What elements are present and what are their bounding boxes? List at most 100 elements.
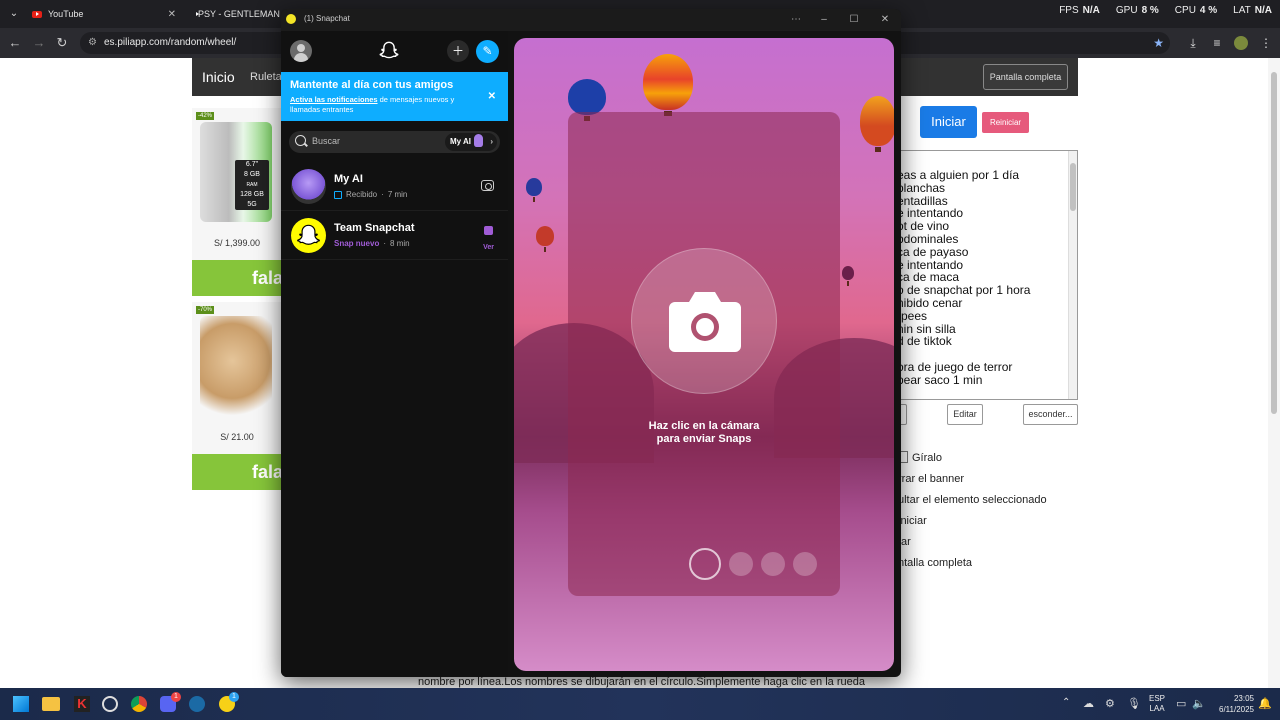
network-icon[interactable]: ▭	[1176, 697, 1186, 710]
minimize-icon[interactable]: –	[816, 12, 832, 28]
tab-psy[interactable]: PSY - GENTLEMAN M	[184, 3, 284, 25]
snapchat-taskbar-icon[interactable]	[102, 696, 118, 712]
option-fullscreen[interactable]: ntalla completa	[898, 557, 972, 569]
fullscreen-button[interactable]: Pantalla completa	[983, 64, 1068, 90]
falabella-logo: falab	[192, 454, 294, 490]
gpu-readout: GPU 8 %	[1115, 5, 1159, 16]
hide-button[interactable]: esconder...	[1023, 404, 1078, 425]
fps-readout: FPS N/A	[1059, 5, 1100, 16]
ad-airfryer-liners[interactable]: -70% S/ 21.00 falab	[192, 302, 294, 490]
lens-face-icon[interactable]	[729, 552, 753, 576]
textarea-scrollbar[interactable]	[1068, 151, 1077, 399]
site-info-icon[interactable]: ⚙	[88, 32, 97, 54]
snapchat-sidebar: ＋ ✎ Mantente al día con tus amigos Activ…	[281, 31, 508, 677]
wheel-name-line: planchas	[897, 180, 946, 195]
back-icon[interactable]: ←	[6, 34, 24, 52]
tray-app-icon[interactable]: ⚙	[1105, 697, 1115, 710]
discount-badge: -70%	[196, 306, 215, 314]
chrome-icon[interactable]	[131, 696, 147, 712]
wheel-name-line: eas a alguien por 1 día	[897, 168, 1020, 182]
volume-icon[interactable]: 🔈	[1192, 697, 1206, 710]
new-chat-icon[interactable]: ✎	[476, 40, 499, 63]
wheel-name-line: pear saco 1 min	[897, 372, 983, 387]
balloon-decoration	[568, 79, 606, 121]
language-indicator[interactable]: ESP LAA	[1149, 694, 1165, 714]
ad-phone[interactable]: -42% 6.7" 8 GB RAM 128 GB 5G S/ 1,399.00…	[192, 108, 294, 296]
page-scrollbar[interactable]	[1268, 58, 1280, 688]
maximize-icon[interactable]: ☐	[846, 12, 862, 28]
chat-row-team-snapchat[interactable]: Team Snapchat Snap nuevo · 8 min Ver	[281, 212, 508, 260]
balloon-decoration	[536, 226, 554, 252]
chat-row-myai[interactable]: My AI Recibido · 7 min	[281, 163, 508, 211]
microphone-icon[interactable]: 🎙	[1127, 697, 1141, 710]
balloon-decoration	[526, 178, 542, 202]
forward-icon[interactable]: →	[30, 34, 48, 52]
onedrive-icon[interactable]: ☁	[1083, 697, 1094, 710]
snapchat-ghost-icon[interactable]	[378, 40, 400, 62]
received-chat-icon	[334, 190, 342, 199]
start-icon[interactable]	[13, 696, 29, 712]
camera-icon	[669, 292, 741, 352]
wheel-name-line: rpees	[897, 308, 928, 323]
add-friend-icon[interactable]: ＋	[447, 40, 469, 62]
balloon-decoration	[860, 96, 894, 152]
app-icon[interactable]: K	[74, 696, 90, 712]
more-options-icon[interactable]: ⋯	[788, 12, 804, 28]
ad-price: S/ 1,399.00	[213, 238, 261, 248]
tab-search-icon[interactable]: ⌄	[6, 6, 22, 22]
nav-ruleta-link[interactable]: Ruleta	[250, 71, 282, 83]
phone-image: 6.7" 8 GB RAM 128 GB 5G	[200, 122, 272, 222]
wheel-name-line: nibido cenar	[897, 295, 963, 310]
file-explorer-icon[interactable]	[42, 697, 60, 711]
tab-youtube[interactable]: YouTube ✕	[24, 3, 184, 25]
chat-status: Recibido · 7 min	[334, 190, 407, 199]
reset-button[interactable]: Reiniciar	[982, 112, 1029, 133]
ad-price: S/ 21.00	[220, 432, 254, 442]
banner-text: Activa las notificaciones de mensajes nu…	[290, 95, 455, 114]
wheel-names-textarea[interactable]: eas a alguien por 1 día planchas entadilla…	[896, 150, 1078, 400]
tab-psy-title: PSY - GENTLEMAN M	[198, 9, 284, 19]
more-menu-icon[interactable]: ⋮	[1258, 35, 1274, 51]
profile-avatar[interactable]	[290, 40, 312, 62]
lens-face-icon[interactable]	[761, 552, 785, 576]
wheel-name-line: ora de juego de terror	[897, 359, 1013, 374]
edit-button[interactable]: Editar	[947, 404, 983, 425]
lens-selector-none[interactable]	[689, 548, 721, 580]
nav-home-link[interactable]: Inicio	[202, 69, 235, 85]
sidebar-header: ＋ ✎	[281, 31, 508, 72]
performance-overlay: FPS N/A GPU 8 % CPU 4 % LAT N/A	[1059, 5, 1272, 16]
camera-panel: Haz clic en la cámara para enviar Snaps	[514, 38, 894, 671]
chat-name: My AI	[334, 173, 363, 185]
view-snap-link[interactable]: Ver	[483, 244, 494, 251]
url-text: es.piliapp.com/random/wheel/	[104, 37, 237, 48]
wheel-name-line: bdominales	[897, 231, 959, 246]
close-window-icon[interactable]: ✕	[877, 12, 893, 28]
option-restart[interactable]: iniciar	[898, 515, 927, 527]
search-input[interactable]: Buscar My AI ›	[289, 131, 500, 153]
option-spin[interactable]: Gíralo	[898, 451, 942, 464]
start-button[interactable]: Iniciar	[920, 106, 977, 138]
steam-icon[interactable]	[189, 696, 205, 712]
bookmark-star-icon[interactable]: ★	[1153, 32, 1164, 54]
enable-notifications-link[interactable]: Activa las notificaciones	[290, 95, 378, 104]
lens-face-icon[interactable]	[793, 552, 817, 576]
reading-list-icon[interactable]: ≡	[1209, 35, 1225, 51]
new-snap-icon[interactable]	[484, 226, 493, 235]
notification-icon[interactable]: 🔔	[1258, 697, 1272, 710]
snapchat-title-bar: (1) Snapchat ⋯ – ☐ ✕	[281, 9, 901, 31]
chevron-right-icon: ›	[490, 137, 493, 146]
close-tab-icon[interactable]: ✕	[168, 9, 176, 20]
myai-chip[interactable]: My AI ›	[444, 133, 497, 151]
download-icon[interactable]: ⤓	[1185, 35, 1201, 51]
balloon-decoration	[643, 54, 693, 116]
option-hide-selected[interactable]: ultar el elemento seleccionado	[898, 494, 1047, 506]
camera-reply-icon[interactable]	[481, 180, 494, 191]
clock[interactable]: 23:05 6/11/2025	[1210, 693, 1254, 715]
banner-close-icon[interactable]: ✕	[488, 91, 496, 102]
reload-icon[interactable]: ↻	[53, 34, 71, 52]
option-close-banner[interactable]: rrar el banner	[898, 473, 964, 485]
profile-avatar[interactable]	[1234, 36, 1248, 50]
tray-chevron-icon[interactable]: ⌃	[1062, 697, 1070, 708]
youtube-icon	[32, 10, 42, 18]
capture-button[interactable]	[631, 248, 777, 394]
